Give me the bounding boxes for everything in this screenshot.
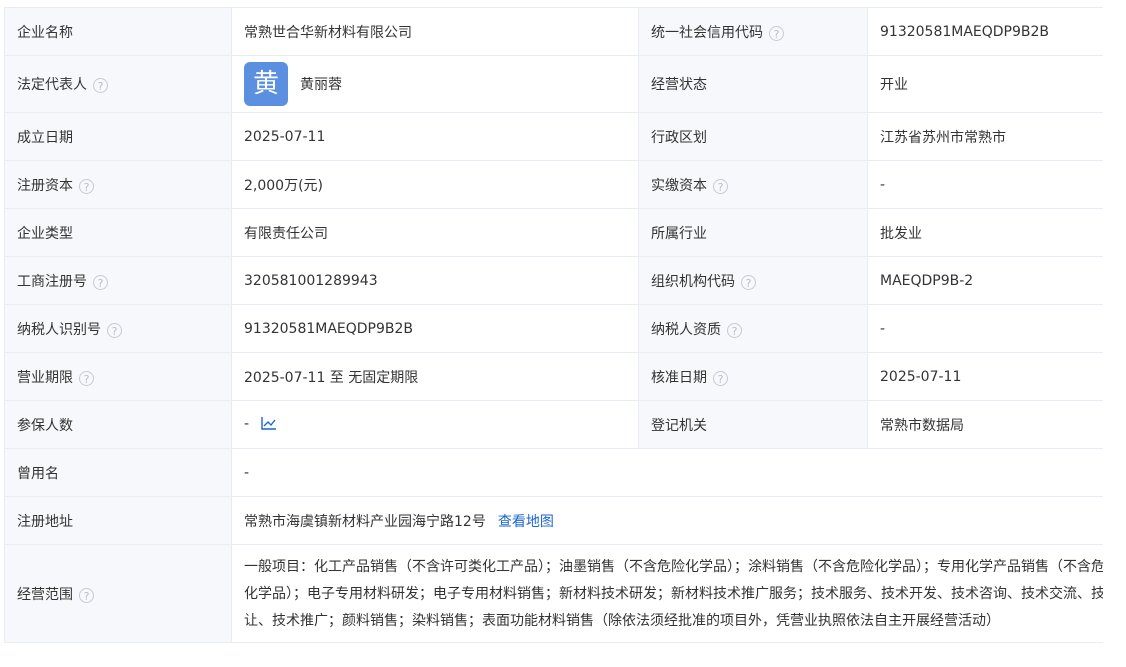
status-value: 开业 [867,55,1103,113]
former-name-value: - [231,448,1103,497]
taxpayer-id-value: 91320581MAEQDP9B2B [231,304,639,353]
company-name-value: 常熟世合华新材料有限公司 [231,7,639,56]
taxpayer-id-label: 纳税人识别号? [4,304,232,353]
insured-count: - [244,415,250,432]
help-circle-icon[interactable]: ? [713,178,728,194]
help-circle-icon[interactable]: ? [93,274,108,290]
table-row: 企业名称 常熟世合华新材料有限公司 统一社会信用代码? 91320581MAEQ… [4,7,1103,56]
label-text: 注册地址 [17,513,73,530]
help-circle-icon[interactable]: ? [79,178,94,194]
table-row: 参保人数 - 登记机关 常熟市数据局 [4,400,1103,449]
scope-label: 经营范围? [4,544,232,643]
label-text: 纳税人识别号 [17,321,101,338]
insured-value: - [231,400,639,449]
label-text: 企业名称 [17,24,73,41]
reg-number-label: 工商注册号? [4,256,232,305]
help-circle-icon[interactable]: ? [741,274,756,290]
term-value: 2025-07-11 至 无固定期限 [231,352,639,401]
industry-label: 所属行业 [638,208,868,257]
table-row: 纳税人识别号? 91320581MAEQDP9B2B 纳税人资质? - [4,304,1103,353]
insured-label: 参保人数 [4,400,232,449]
region-value: 江苏省苏州市常熟市 [867,112,1103,161]
company-info-table: 企业名称 常熟世合华新材料有限公司 统一社会信用代码? 91320581MAEQ… [4,7,1103,643]
help-circle-icon[interactable]: ? [79,370,94,386]
view-map-link[interactable]: 查看地图 [498,514,554,530]
label-text: 经营范围 [17,586,73,603]
label-text: 统一社会信用代码 [651,24,763,41]
taxpayer-qual-label: 纳税人资质? [638,304,868,353]
label-text: 注册资本 [17,177,73,194]
scope-text: 一般项目：化工产品销售（不含许可类化工产品）；油墨销售（不含危险化学品）；涂料销… [244,552,1103,635]
label-text: 核准日期 [651,369,707,386]
status-label: 经营状态 [638,55,868,113]
approval-date-label: 核准日期? [638,352,868,401]
label-text: 企业类型 [17,225,73,242]
paid-capital-value: - [867,160,1103,209]
paid-capital-label: 实缴资本? [638,160,868,209]
help-circle-icon[interactable]: ? [93,78,108,93]
label-text: 登记机关 [651,417,707,434]
industry-value: 批发业 [867,208,1103,257]
legal-rep-value: 黄黄丽蓉 [231,55,639,113]
table-row: 曾用名 - [4,448,1103,497]
label-text: 所属行业 [651,225,707,242]
help-circle-icon[interactable]: ? [107,322,122,338]
avatar[interactable]: 黄 [244,62,288,106]
reg-capital-value: 2,000万(元) [231,160,639,209]
table-row: 工商注册号? 320581001289943 组织机构代码? MAEQDP9B-… [4,256,1103,305]
former-name-label: 曾用名 [4,448,232,497]
company-type-value: 有限责任公司 [231,208,639,257]
label-text: 经营状态 [651,77,707,93]
table-row: 注册地址 常熟市海虞镇新材料产业园海宁路12号 查看地图 [4,496,1103,545]
label-text: 成立日期 [17,129,73,146]
help-circle-icon[interactable]: ? [727,322,742,338]
label-text: 工商注册号 [17,273,87,290]
company-info-panel: 企业名称 常熟世合华新材料有限公司 统一社会信用代码? 91320581MAEQ… [0,0,1103,667]
trend-chart-icon[interactable] [261,416,277,434]
label-text: 实缴资本 [651,177,707,194]
scope-line: 让、技术推广；颜料销售；染料销售；表面功能材料销售（除依法须经批准的项目外，凭营… [244,613,1000,629]
help-circle-icon[interactable]: ? [713,370,728,386]
org-code-label: 组织机构代码? [638,256,868,305]
table-row: 注册资本? 2,000万(元) 实缴资本? - [4,160,1103,209]
help-circle-icon[interactable]: ? [79,587,94,603]
help-circle-icon[interactable]: ? [769,25,784,41]
scope-line: 一般项目：化工产品销售（不含许可类化工产品）；油墨销售（不含危险化学品）；涂料销… [244,559,1103,575]
label-text: 参保人数 [17,417,73,434]
scope-value: 一般项目：化工产品销售（不含许可类化工产品）；油墨销售（不含危险化学品）；涂料销… [231,544,1103,643]
approval-date-value: 2025-07-11 [867,352,1103,401]
company-name-label: 企业名称 [4,7,232,56]
established-value: 2025-07-11 [231,112,639,161]
table-row: 经营范围? 一般项目：化工产品销售（不含许可类化工产品）；油墨销售（不含危险化学… [4,544,1103,643]
legal-rep-name[interactable]: 黄丽蓉 [300,77,342,93]
label-text: 曾用名 [17,465,59,482]
address-text: 常熟市海虞镇新材料产业园海宁路12号 [244,513,486,530]
region-label: 行政区划 [638,112,868,161]
authority-value: 常熟市数据局 [867,400,1103,449]
established-label: 成立日期 [4,112,232,161]
table-row: 成立日期 2025-07-11 行政区划 江苏省苏州市常熟市 [4,112,1103,161]
taxpayer-qual-value: - [867,304,1103,353]
label-text: 纳税人资质 [651,321,721,338]
label-text: 组织机构代码 [651,273,735,290]
company-type-label: 企业类型 [4,208,232,257]
address-value: 常熟市海虞镇新材料产业园海宁路12号 查看地图 [231,496,1103,545]
term-label: 营业期限? [4,352,232,401]
reg-capital-label: 注册资本? [4,160,232,209]
table-row: 企业类型 有限责任公司 所属行业 批发业 [4,208,1103,257]
scope-line: 化学品）；电子专用材料研发；电子专用材料销售；新材料技术研发；新材料技术推广服务… [244,586,1103,602]
reg-number-value: 320581001289943 [231,256,639,305]
label-text: 行政区划 [651,129,707,146]
credit-code-label: 统一社会信用代码? [638,7,868,56]
label-text: 法定代表人 [17,77,87,93]
table-row: 法定代表人? 黄黄丽蓉 经营状态 开业 [4,55,1103,113]
label-text: 营业期限 [17,369,73,386]
authority-label: 登记机关 [638,400,868,449]
credit-code-value: 91320581MAEQDP9B2B [867,7,1103,56]
legal-rep-label: 法定代表人? [4,55,232,113]
org-code-value: MAEQDP9B-2 [867,256,1103,305]
table-row: 营业期限? 2025-07-11 至 无固定期限 核准日期? 2025-07-1… [4,352,1103,401]
address-label: 注册地址 [4,496,232,545]
